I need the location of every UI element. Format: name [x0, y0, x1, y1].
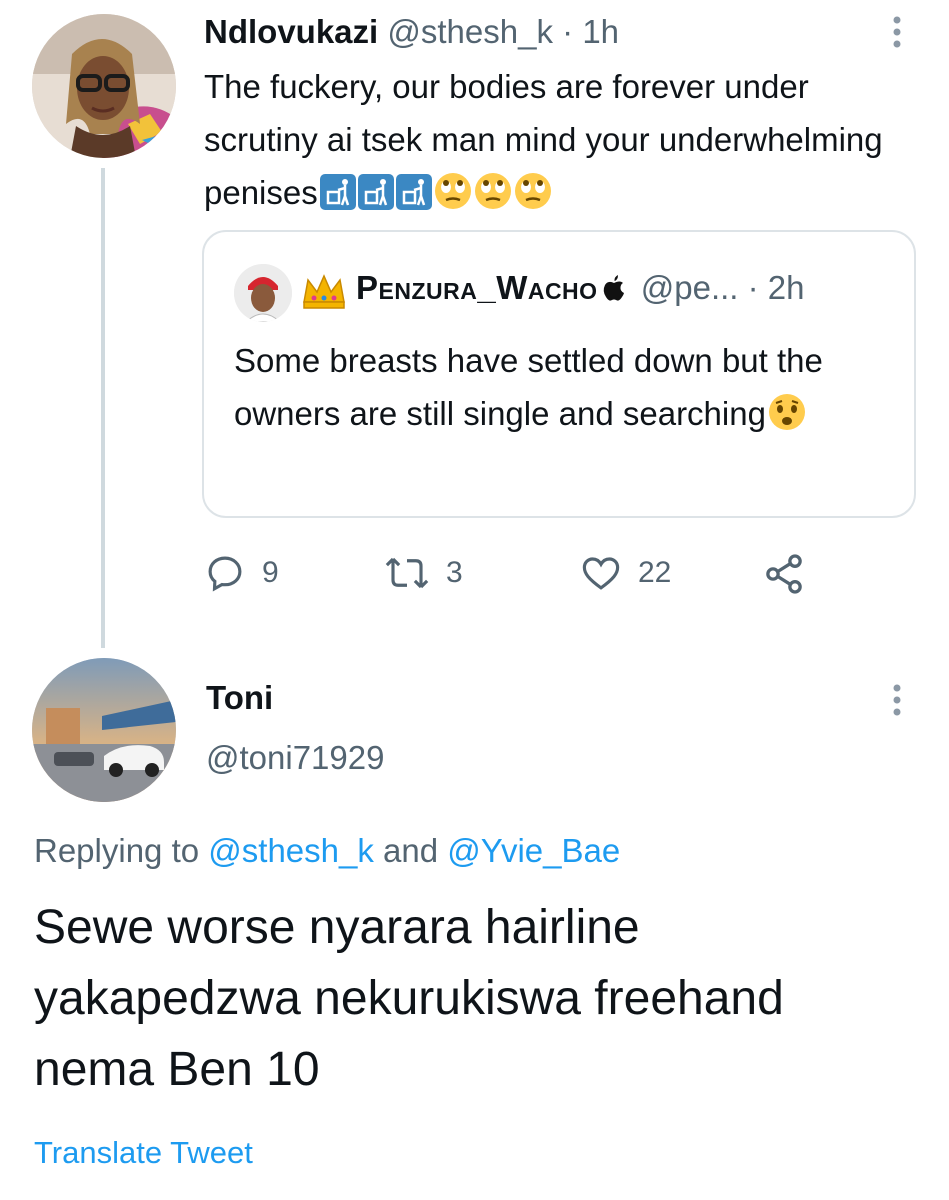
tweet-timestamp[interactable]: 1h — [582, 13, 619, 50]
quoted-author-handle[interactable]: @pe... — [641, 269, 739, 306]
share-icon — [766, 554, 802, 594]
avatar-ndlovukazi[interactable] — [32, 14, 176, 158]
quoted-header: Penzura_Wacho @pe... · 2h — [356, 266, 805, 313]
apple-icon — [602, 269, 626, 313]
crown-icon — [300, 272, 348, 315]
like-count: 22 — [638, 556, 672, 589]
quoted-author-name[interactable]: Penzura_Wacho — [356, 269, 598, 306]
eye-roll-icon — [474, 172, 512, 225]
mention-link[interactable]: @sthesh_k — [208, 832, 374, 869]
quoted-text: Some breasts have settled down but the o… — [234, 342, 823, 432]
quoted-body: Some breasts have settled down but the o… — [234, 334, 894, 446]
eye-roll-icon — [434, 172, 472, 225]
retweet-icon — [385, 557, 429, 589]
separator-dot: · — [747, 269, 759, 306]
share-button[interactable] — [762, 552, 822, 596]
quoted-tweet[interactable]: Penzura_Wacho @pe... · 2h Some breasts h… — [202, 230, 916, 518]
heart-icon — [582, 557, 620, 590]
tweet1-body: The fuckery, our bodies are forever unde… — [204, 60, 924, 225]
replying-conjunction: and — [383, 832, 439, 869]
litter-bin-icon — [357, 172, 394, 225]
litter-bin-icon — [395, 172, 432, 225]
author-handle[interactable]: @sthesh_k — [387, 13, 553, 50]
avatar-image — [32, 14, 176, 158]
reply-button[interactable]: 9 — [204, 552, 279, 594]
avatar-toni[interactable] — [32, 658, 176, 802]
separator-dot: · — [562, 13, 574, 50]
more-options-icon[interactable] — [882, 680, 912, 720]
like-button[interactable]: 22 — [580, 552, 671, 594]
worried-face-icon — [768, 393, 806, 446]
author-handle[interactable]: @toni71929 — [206, 736, 384, 780]
avatar-image — [32, 658, 176, 802]
retweet-count: 3 — [446, 556, 463, 589]
tweet1-header: Ndlovukazi @sthesh_k · 1h — [204, 10, 619, 54]
author-name[interactable]: Ndlovukazi — [204, 13, 378, 50]
quoted-author-avatar[interactable] — [234, 264, 292, 322]
reply-count: 9 — [262, 556, 279, 589]
quoted-timestamp[interactable]: 2h — [768, 269, 805, 306]
reply-icon — [208, 556, 242, 592]
retweet-button[interactable]: 3 — [384, 552, 463, 594]
translate-tweet-link[interactable]: Translate Tweet — [34, 1130, 253, 1176]
thread-connector-line — [101, 168, 105, 648]
author-name[interactable]: Toni — [206, 676, 273, 720]
more-options-icon[interactable] — [882, 12, 912, 52]
eye-roll-icon — [514, 172, 552, 225]
mention-link[interactable]: @Yvie_Bae — [447, 832, 620, 869]
replying-to-line: Replying to @sthesh_k and @Yvie_Bae — [34, 826, 620, 876]
tweet2-text: Sewe worse nyarara hairline yakapedzwa n… — [34, 901, 784, 1096]
replying-prefix: Replying to — [34, 832, 200, 869]
litter-bin-icon — [319, 172, 356, 225]
